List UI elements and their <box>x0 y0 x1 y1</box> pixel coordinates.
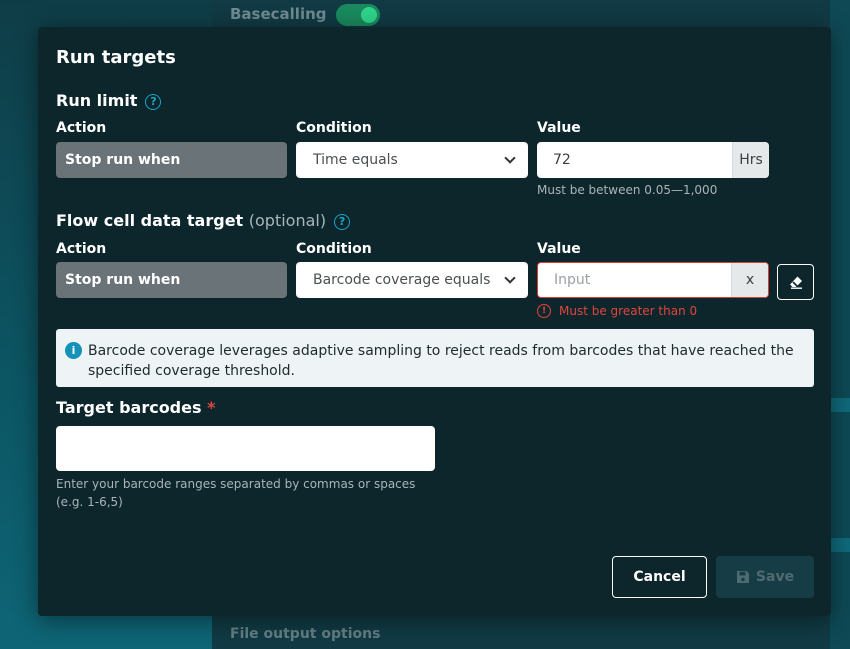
strip-accent <box>830 538 850 552</box>
flow-cell-heading: Flow cell data target (optional)? <box>56 211 351 230</box>
flow-cell-action-field: Stop run when <box>56 262 287 298</box>
run-limit-value-input[interactable] <box>537 142 732 178</box>
help-icon[interactable]: ? <box>334 213 351 230</box>
helper-line: (e.g. 1-6,5) <box>56 495 123 509</box>
basecalling-label: Basecalling <box>230 5 327 23</box>
help-icon[interactable]: ? <box>145 93 162 110</box>
run-limit-value-field: Hrs <box>537 142 769 178</box>
condition-label: Condition <box>296 120 372 136</box>
run-limit-hint: Must be between 0.05—1,000 <box>537 183 718 197</box>
condition-label: Condition <box>296 241 372 257</box>
helper-line: Enter your barcode ranges separated by c… <box>56 477 416 491</box>
save-button[interactable]: Save <box>716 556 814 598</box>
flow-cell-condition-select[interactable]: Barcode coverage equals <box>296 262 528 298</box>
clear-value-button[interactable]: x <box>731 263 768 297</box>
error-icon: ! <box>537 304 551 318</box>
file-output-options-label: File output options <box>230 626 381 642</box>
target-barcodes-helper: Enter your barcode ranges separated by c… <box>56 475 436 511</box>
target-barcodes-input[interactable] <box>56 426 435 471</box>
hours-unit-label: Hrs <box>732 142 769 178</box>
run-limit-title: Run limit <box>56 91 138 110</box>
value-label: Value <box>537 120 581 136</box>
run-limit-condition-select[interactable]: Time equals <box>296 142 528 178</box>
action-label: Action <box>56 120 107 136</box>
value-label: Value <box>537 241 581 257</box>
strip-accent <box>830 398 850 412</box>
run-limit-action-field: Stop run when <box>56 142 287 178</box>
info-banner: i Barcode coverage leverages adaptive sa… <box>56 329 814 387</box>
save-icon <box>736 571 749 583</box>
error-text: Must be greater than 0 <box>559 304 698 318</box>
chevron-down-icon <box>504 152 516 164</box>
condition-selected-value: Barcode coverage equals <box>313 272 491 288</box>
flow-cell-value-input[interactable] <box>538 263 731 297</box>
eraser-icon <box>789 276 802 289</box>
cancel-button[interactable]: Cancel <box>612 556 707 598</box>
target-barcodes-title: Target barcodes <box>56 398 202 417</box>
run-limit-heading: Run limit? <box>56 91 162 110</box>
info-text: Barcode coverage leverages adaptive samp… <box>88 343 794 379</box>
dialog-title: Run targets <box>56 47 176 68</box>
clear-target-button[interactable] <box>777 264 814 300</box>
optional-label: (optional) <box>248 211 327 230</box>
action-label: Action <box>56 241 107 257</box>
flow-cell-title: Flow cell data target <box>56 211 244 230</box>
required-marker: * <box>207 398 216 417</box>
basecalling-toggle[interactable] <box>336 4 380 26</box>
target-barcodes-heading: Target barcodes * <box>56 398 215 417</box>
save-label: Save <box>755 569 795 585</box>
run-targets-dialog: Run targets Run limit? Action Condition … <box>38 27 831 616</box>
flow-cell-value-field: x <box>537 262 769 298</box>
value-error-message: ! Must be greater than 0 <box>537 304 697 318</box>
info-icon: i <box>65 342 82 359</box>
chevron-down-icon <box>504 272 516 284</box>
condition-selected-value: Time equals <box>313 152 398 168</box>
